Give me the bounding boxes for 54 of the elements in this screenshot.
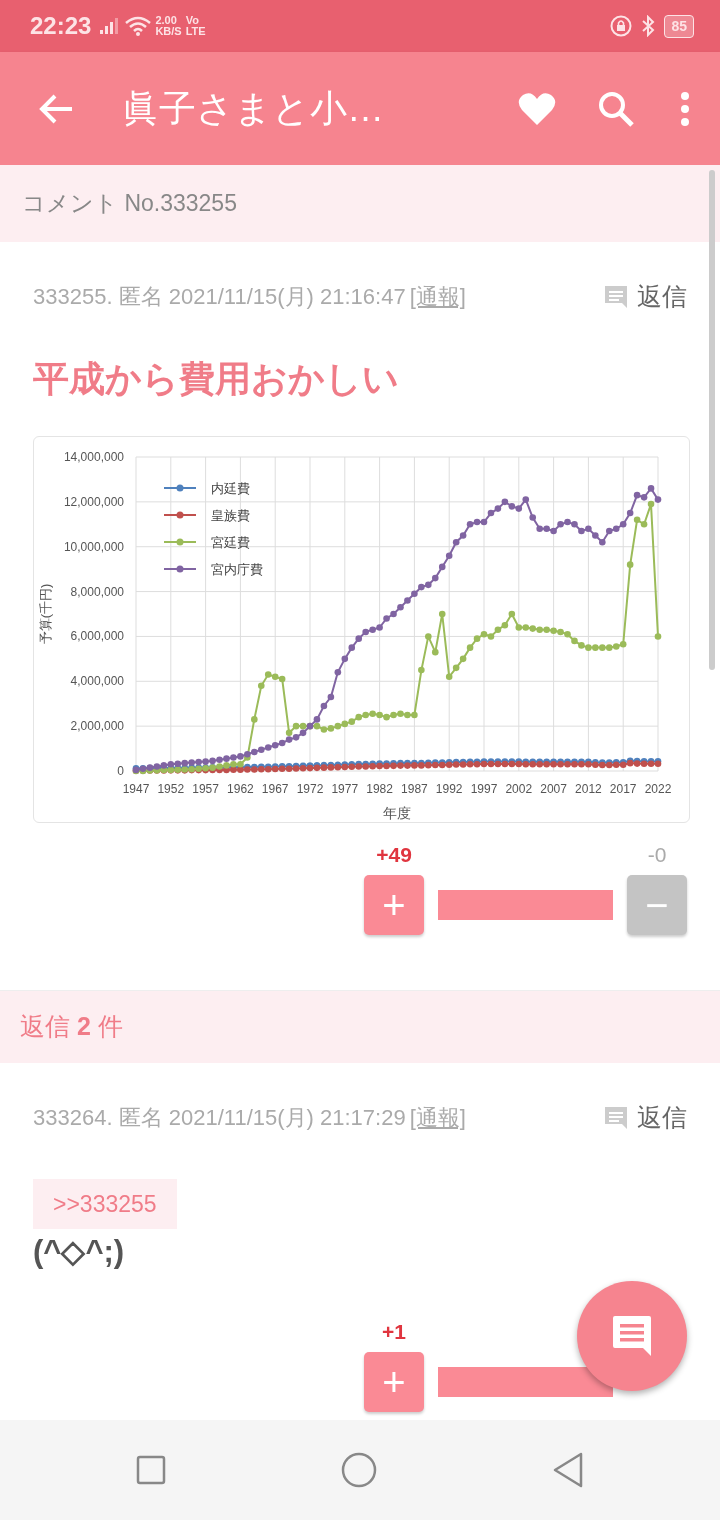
vote-count: -0 <box>647 841 667 867</box>
speed-unit: KB/S <box>155 26 182 37</box>
post-title: 平成から費用おかしい <box>33 356 400 401</box>
x-tick-label: 2002 <box>505 781 533 796</box>
x-tick-label: 2017 <box>609 781 637 796</box>
x-tick-label: 2012 <box>575 781 602 796</box>
legend-label: 皇族費 <box>211 507 250 523</box>
minus-button[interactable]: − <box>627 874 687 935</box>
x-tick-label: 1962 <box>227 781 254 796</box>
x-tick-label: 1992 <box>435 781 463 796</box>
network-type: Vo <box>185 15 200 26</box>
y-tick-label: 2,000,000 <box>70 718 124 733</box>
y-tick-label: 8,000,000 <box>70 584 124 599</box>
y-tick-label: 4,000,000 <box>70 673 124 688</box>
legend-label: 内廷費 <box>211 480 250 496</box>
legend-label: 宮廷費 <box>211 534 250 550</box>
x-tick-label: 1957 <box>192 781 219 796</box>
y-tick-label: 6,000,000 <box>70 628 124 643</box>
x-tick-label: 1967 <box>261 781 289 796</box>
reply-anchor-link[interactable]: >>333255 <box>33 1178 177 1229</box>
post-meta: 333264. 匿名 2021/11/15(月) 21:17:29 <box>33 1104 406 1133</box>
x-tick-label: 1997 <box>470 781 498 796</box>
section-title: コメント No.333255 <box>22 189 237 219</box>
comment-text: (^◇^;) <box>33 1233 126 1271</box>
page-title: 眞子さまと小… <box>122 86 385 131</box>
replies-heading: 返信 2 件 <box>20 1011 123 1043</box>
x-tick-label: 1952 <box>157 781 185 796</box>
plus-button[interactable]: + <box>364 1351 424 1412</box>
y-tick-label: 12,000,000 <box>63 494 124 509</box>
x-tick-label: 2007 <box>540 781 567 796</box>
y-tick-label: 0 <box>117 763 124 778</box>
x-tick-label: 1987 <box>401 781 428 796</box>
x-tick-label: 2022 <box>644 781 672 796</box>
x-axis-title: 年度 <box>383 804 411 821</box>
network-speed: 2.00 <box>155 15 178 26</box>
vote-count: +49 <box>376 841 412 867</box>
clock: 22:23 <box>30 11 92 41</box>
x-tick-label: 1972 <box>296 781 324 796</box>
x-tick-label: 1982 <box>366 781 393 796</box>
report-link[interactable]: [通報] <box>409 280 466 314</box>
post-meta: 333255. 匿名 2021/11/15(月) 21:16:47 <box>33 283 406 312</box>
battery-indicator: 85 <box>664 14 694 38</box>
y-axis-title: 予算(千円) <box>38 583 53 644</box>
legend-label: 宮内庁費 <box>211 561 263 577</box>
reply-button[interactable]: 返信 <box>603 1099 687 1137</box>
y-tick-label: 14,000,000 <box>63 449 124 464</box>
x-tick-label: 1947 <box>122 781 150 796</box>
plus-button[interactable]: + <box>364 874 424 935</box>
report-link[interactable]: [通報] <box>409 1101 466 1135</box>
reply-button[interactable]: 返信 <box>603 278 687 316</box>
network-type: LTE <box>185 26 206 37</box>
vote-count: +1 <box>382 1318 406 1344</box>
x-tick-label: 1977 <box>331 781 359 796</box>
y-tick-label: 10,000,000 <box>63 539 124 554</box>
